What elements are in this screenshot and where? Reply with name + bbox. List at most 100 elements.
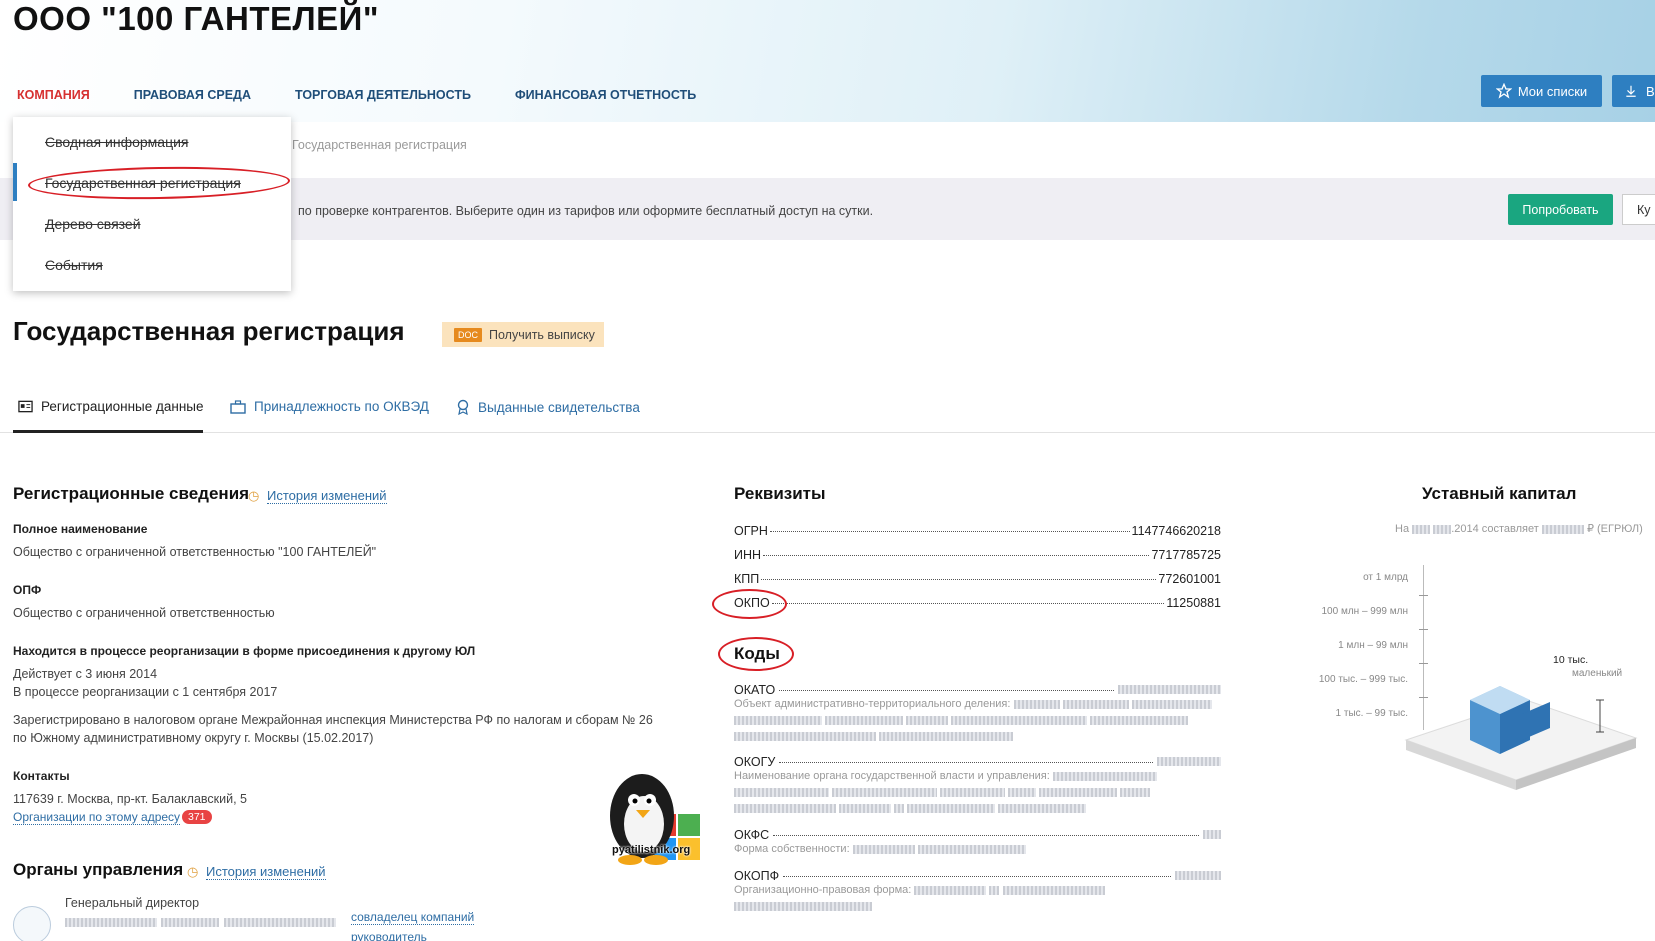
tab-okved[interactable]: Принадлежность по ОКВЭД [230, 399, 429, 414]
code-key: ОКОГУ [734, 755, 776, 769]
breadcrumb: Государственная регистрация [292, 138, 467, 152]
okogu-sub: Наименование органа государственной влас… [734, 770, 1157, 782]
code-key: ОКОПФ [734, 869, 780, 883]
full-name-label: Полное наименование [13, 522, 148, 536]
scale-tick [1419, 595, 1428, 596]
code-okfs: ОКФС [734, 828, 1221, 842]
get-extract-label: Получить выписку [489, 327, 595, 342]
code-key: ОКФС [734, 828, 770, 842]
download-icon [1626, 85, 1636, 97]
requisite-value: 7717785725 [1151, 548, 1221, 562]
scale-label: от 1 млрд [1363, 572, 1408, 583]
registration-history-link[interactable]: История изменений [267, 488, 387, 504]
my-lists-label: Мои списки [1517, 83, 1588, 99]
code-okopf: ОКОПФ [734, 869, 1221, 883]
management-section-title: Органы управления [13, 860, 184, 879]
reorg-label: Находится в процессе реорганизации в фор… [13, 644, 476, 658]
scale-label: 100 млн – 999 млн [1321, 606, 1408, 617]
tab-okved-label: Принадлежность по ОКВЭД [254, 399, 429, 414]
watermark-text: pyatilistnik.org [612, 844, 691, 856]
tab-registration-data[interactable]: Регистрационные данные [18, 399, 204, 414]
main-nav: КОМПАНИЯ ПРАВОВАЯ СРЕДА ТОРГОВАЯ ДЕЯТЕЛЬ… [17, 88, 696, 102]
capital-level-value: 10 тыс. [1553, 654, 1589, 666]
company-dropdown-menu: Сводная информация Государственная регис… [13, 117, 291, 291]
requisite-key: ОГРН [734, 524, 768, 538]
medal-icon [457, 399, 469, 415]
avatar [13, 906, 51, 941]
id-card-icon [18, 400, 33, 413]
co-owner-link[interactable]: совладелец компаний [351, 910, 475, 925]
okato-sub: Объект административно-территориального … [734, 698, 1212, 710]
registered-line-1: Зарегистрировано в налоговом органе Межр… [13, 713, 653, 727]
get-extract-button[interactable]: DOC Получить выписку [442, 322, 604, 347]
capital-subtitle: На .2014 составляет ₽ (ЕГРЮЛ) [1395, 523, 1643, 535]
my-lists-button[interactable]: Мои списки [1481, 75, 1602, 107]
tab-certificates[interactable]: Выданные свидетельства [456, 399, 640, 415]
capital-title: Уставный капитал [1422, 484, 1577, 503]
requisite-value: 11250881 [1166, 596, 1221, 610]
nav-legal[interactable]: ПРАВОВАЯ СРЕДА [134, 88, 251, 102]
requisite-key: ИНН [734, 548, 762, 562]
scale-label: 1 млн – 99 млн [1338, 640, 1408, 651]
okopf-sub: Организационно-правовая форма: [734, 884, 1105, 896]
director-link[interactable]: руководитель [351, 930, 427, 941]
tabs-divider [0, 432, 1655, 433]
company-title: ООО "100 ГАНТЕЛЕЙ" [13, 0, 380, 37]
full-name-value: Общество с ограниченной ответственностью… [13, 545, 377, 559]
address-value: 117639 г. Москва, пр-кт. Балаклавский, 5 [13, 792, 247, 806]
reorg-process: В процессе реорганизации с 1 сентября 20… [13, 685, 278, 699]
history-icon: ◷ [248, 488, 260, 503]
buy-button[interactable]: Ку [1622, 194, 1655, 225]
registered-line-2: по Южному административному округу г. Мо… [13, 731, 374, 745]
scale-label: 1 тыс. – 99 тыс. [1335, 708, 1408, 719]
download-button[interactable]: В [1612, 75, 1655, 107]
code-okogu: ОКОГУ [734, 755, 1221, 769]
nav-finance[interactable]: ФИНАНСОВАЯ ОТЧЕТНОСТЬ [515, 88, 696, 102]
briefcase-icon [230, 399, 246, 414]
management-history-link[interactable]: История изменений [206, 864, 326, 880]
try-button[interactable]: Попробовать [1508, 194, 1613, 225]
scale-tick [1419, 629, 1428, 630]
download-label: В [1646, 83, 1655, 99]
menu-item-relations-tree[interactable]: Дерево связей [45, 216, 141, 232]
okfs-sub: Форма собственности: [734, 843, 1026, 855]
code-okato: ОКАТО [734, 683, 1221, 697]
requisites-title: Реквизиты [734, 484, 826, 503]
nav-company[interactable]: КОМПАНИЯ [17, 88, 90, 102]
director-role: Генеральный директор [65, 896, 200, 910]
okopf-sub-redacted [734, 900, 872, 912]
nav-trade[interactable]: ТОРГОВАЯ ДЕЯТЕЛЬНОСТЬ [295, 88, 471, 102]
menu-item-events[interactable]: События [45, 257, 103, 273]
tab-registration-data-label: Регистрационные данные [41, 399, 204, 414]
active-indicator [13, 163, 17, 201]
star-icon [1495, 83, 1512, 99]
penguin-logo-icon [610, 774, 700, 865]
requisite-ogrn: ОГРН 1147746620218 [734, 524, 1221, 538]
code-key: ОКАТО [734, 683, 776, 697]
requisite-okpo: ОКПО 11250881 [734, 596, 1221, 610]
okato-sub-redacted-2 [734, 730, 1014, 742]
okogu-sub-redacted-2 [734, 802, 1087, 814]
opf-label: ОПФ [13, 583, 42, 597]
scale-label: 100 тыс. – 999 тыс. [1318, 674, 1408, 685]
requisite-value: 1147746620218 [1131, 524, 1221, 538]
opf-value: Общество с ограниченной ответственностью [13, 606, 275, 620]
active-tab-underline [13, 430, 203, 433]
contacts-label: Контакты [13, 769, 70, 783]
history-icon: ◷ [187, 864, 199, 879]
okato-sub-redacted [734, 714, 1189, 726]
page-title: Государственная регистрация [13, 316, 405, 346]
orgs-at-address-link[interactable]: Организации по этому адресу [13, 810, 181, 825]
menu-item-summary[interactable]: Сводная информация [45, 134, 189, 150]
promo-text: по проверке контрагентов. Выберите один … [298, 204, 874, 218]
requisite-kpp: КПП 772601001 [734, 572, 1221, 586]
capital-level-label: маленький [1572, 668, 1623, 679]
okogu-sub-redacted [734, 786, 1151, 798]
reorg-since: Действует с 3 июня 2014 [13, 667, 158, 681]
doc-badge: DOC [454, 327, 482, 342]
orgs-count-badge: 371 [182, 810, 212, 824]
requisite-inn: ИНН 7717785725 [734, 548, 1221, 562]
highlight-oval-okpo [712, 589, 787, 619]
requisite-value: 772601001 [1158, 572, 1221, 586]
registration-section-title: Регистрационные сведения [13, 484, 250, 503]
